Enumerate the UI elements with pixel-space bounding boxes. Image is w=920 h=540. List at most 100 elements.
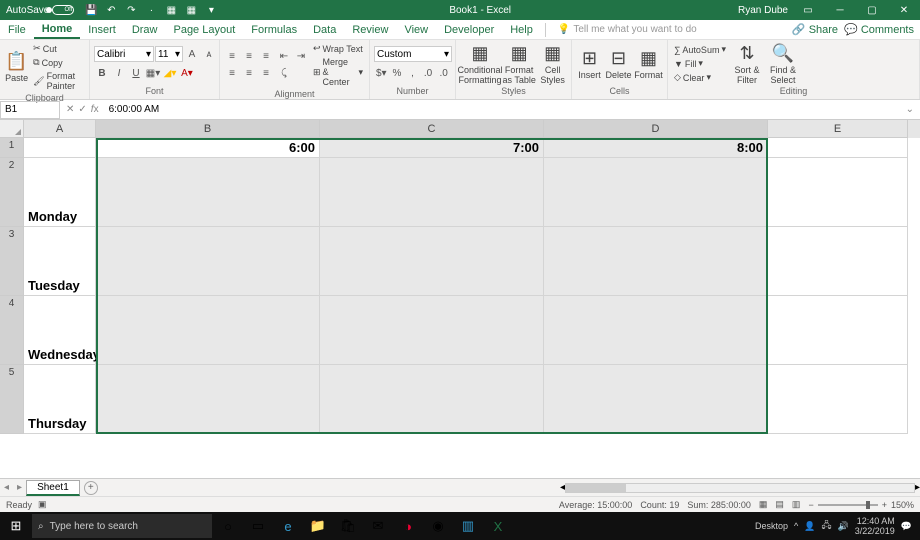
scroll-thumb[interactable] (566, 484, 626, 492)
zoom-level[interactable]: 150% (891, 500, 914, 510)
row-header-5[interactable]: 5 (0, 365, 24, 434)
format-painter-button[interactable]: 🖌 Format Painter (31, 70, 85, 92)
save-icon[interactable]: 💾 (84, 3, 98, 17)
decrease-indent-icon[interactable]: ⇤ (276, 49, 292, 65)
cell-styles-button[interactable]: ▦Cell Styles (538, 43, 567, 85)
cell-c5[interactable] (320, 365, 544, 434)
share-button[interactable]: 🔗 Share (792, 23, 838, 36)
clear-button[interactable]: ◇ Clear ▾ (672, 71, 728, 84)
border-icon[interactable]: ▦▾ (145, 65, 161, 81)
underline-icon[interactable]: U (128, 65, 144, 81)
fx-icon[interactable]: fx (91, 104, 99, 115)
qat-more-icon[interactable]: ▾ (204, 3, 218, 17)
enter-formula-icon[interactable]: ✓ (78, 104, 86, 115)
tab-help[interactable]: Help (502, 20, 541, 39)
autosave-toggle[interactable]: Off (52, 5, 74, 15)
desktop-label[interactable]: Desktop (755, 521, 788, 531)
mail-icon[interactable]: ✉ (364, 513, 392, 539)
zoom-slider[interactable] (818, 504, 878, 506)
macro-record-icon[interactable]: ▣ (38, 499, 47, 510)
tab-view[interactable]: View (396, 20, 436, 39)
name-box[interactable]: B1 (0, 101, 60, 119)
font-name-combo[interactable]: Calibri▾ (94, 46, 154, 62)
start-button[interactable]: ⊞ (2, 513, 30, 539)
scroll-right-icon[interactable]: ▸ (915, 482, 920, 493)
tab-file[interactable]: File (0, 20, 34, 39)
cell-e5[interactable] (768, 365, 908, 434)
cell-e2[interactable] (768, 158, 908, 227)
view-normal-icon[interactable]: ▦ (759, 499, 768, 510)
cell-c4[interactable] (320, 296, 544, 365)
cell-d3[interactable] (544, 227, 768, 296)
tray-up-icon[interactable]: ^ (794, 521, 798, 531)
insert-cells-button[interactable]: ⊞Insert (576, 48, 603, 80)
fill-button[interactable]: ▼ Fill ▾ (672, 57, 728, 70)
tab-review[interactable]: Review (344, 20, 396, 39)
cortana-icon[interactable]: ○ (214, 513, 242, 539)
comments-button[interactable]: 💬 Comments (844, 23, 914, 36)
align-middle-icon[interactable]: ≡ (241, 49, 257, 65)
zoom-in-icon[interactable]: + (882, 500, 887, 510)
align-top-icon[interactable]: ≡ (224, 49, 240, 65)
increase-font-icon[interactable]: A (184, 46, 200, 62)
sheet-nav-prev-icon[interactable]: ◂ (0, 482, 13, 493)
currency-icon[interactable]: $▾ (374, 65, 389, 81)
redo-icon[interactable]: ↷ (124, 3, 138, 17)
tab-page-layout[interactable]: Page Layout (165, 20, 243, 39)
edge-icon[interactable]: e (274, 513, 302, 539)
cell-a1[interactable] (24, 138, 96, 158)
col-header-b[interactable]: B (96, 120, 320, 138)
cell-d1[interactable]: 8:00 (544, 138, 768, 158)
chrome-icon[interactable]: ◉ (424, 513, 452, 539)
cell-b3[interactable] (96, 227, 320, 296)
tell-me-search[interactable]: 💡 Tell me what you want to do (550, 24, 697, 35)
orientation-icon[interactable]: ⤹ (276, 66, 292, 82)
cancel-formula-icon[interactable]: ✕ (66, 104, 74, 115)
horizontal-scrollbar[interactable]: ◂ ▸ (560, 482, 920, 494)
italic-icon[interactable]: I (111, 65, 127, 81)
people-icon[interactable]: 👤 (804, 521, 815, 532)
file-explorer-icon[interactable]: 📁 (304, 513, 332, 539)
cell-c1[interactable]: 7:00 (320, 138, 544, 158)
tab-draw[interactable]: Draw (124, 20, 166, 39)
sheet-tab-1[interactable]: Sheet1 (26, 480, 80, 496)
find-select-button[interactable]: 🔍Find & Select (766, 43, 800, 85)
cell-b5[interactable] (96, 365, 320, 434)
cell-e3[interactable] (768, 227, 908, 296)
clock[interactable]: 12:40 AM 3/22/2019 (855, 516, 895, 536)
align-right-icon[interactable]: ≡ (258, 66, 274, 82)
store-icon[interactable]: 🛍 (334, 513, 362, 539)
undo-icon[interactable]: ↶ (104, 3, 118, 17)
align-left-icon[interactable]: ≡ (224, 66, 240, 82)
cell-c3[interactable] (320, 227, 544, 296)
cell-a3[interactable]: Tuesday (24, 227, 96, 296)
decrease-decimal-icon[interactable]: .0 (436, 65, 451, 81)
cut-button[interactable]: ✂ Cut (31, 42, 85, 55)
vivaldi-icon[interactable]: ◑ (394, 513, 422, 539)
cell-d5[interactable] (544, 365, 768, 434)
add-sheet-button[interactable]: + (84, 481, 98, 495)
paste-button[interactable]: 📋Paste (4, 51, 29, 83)
network-icon[interactable]: 🖧 (821, 518, 831, 534)
tab-formulas[interactable]: Formulas (243, 20, 305, 39)
tab-data[interactable]: Data (305, 20, 344, 39)
align-bottom-icon[interactable]: ≡ (258, 49, 274, 65)
view-page-layout-icon[interactable]: ▤ (775, 499, 784, 510)
cell-a4[interactable]: Wednesday (24, 296, 96, 365)
comma-icon[interactable]: , (405, 65, 420, 81)
excel-icon[interactable]: X (484, 513, 512, 539)
select-all-cell[interactable] (0, 120, 24, 138)
formula-input[interactable]: 6:00:00 AM (105, 104, 900, 115)
cell-e1[interactable] (768, 138, 908, 158)
tab-developer[interactable]: Developer (436, 20, 502, 39)
format-cells-button[interactable]: ▦Format (634, 48, 663, 80)
format-as-table-button[interactable]: ▦Format as Table (502, 43, 536, 85)
align-center-icon[interactable]: ≡ (241, 66, 257, 82)
copy-button[interactable]: ⧉ Copy (31, 56, 85, 69)
sound-icon[interactable]: 🔊 (838, 521, 849, 532)
conditional-formatting-button[interactable]: ▦Conditional Formatting (460, 43, 500, 85)
ribbon-display-icon[interactable]: ▭ (796, 1, 820, 19)
cell-b1[interactable]: 6:00 (96, 138, 320, 158)
notes-icon[interactable]: ▥ (454, 513, 482, 539)
user-name[interactable]: Ryan Dube (738, 5, 788, 16)
